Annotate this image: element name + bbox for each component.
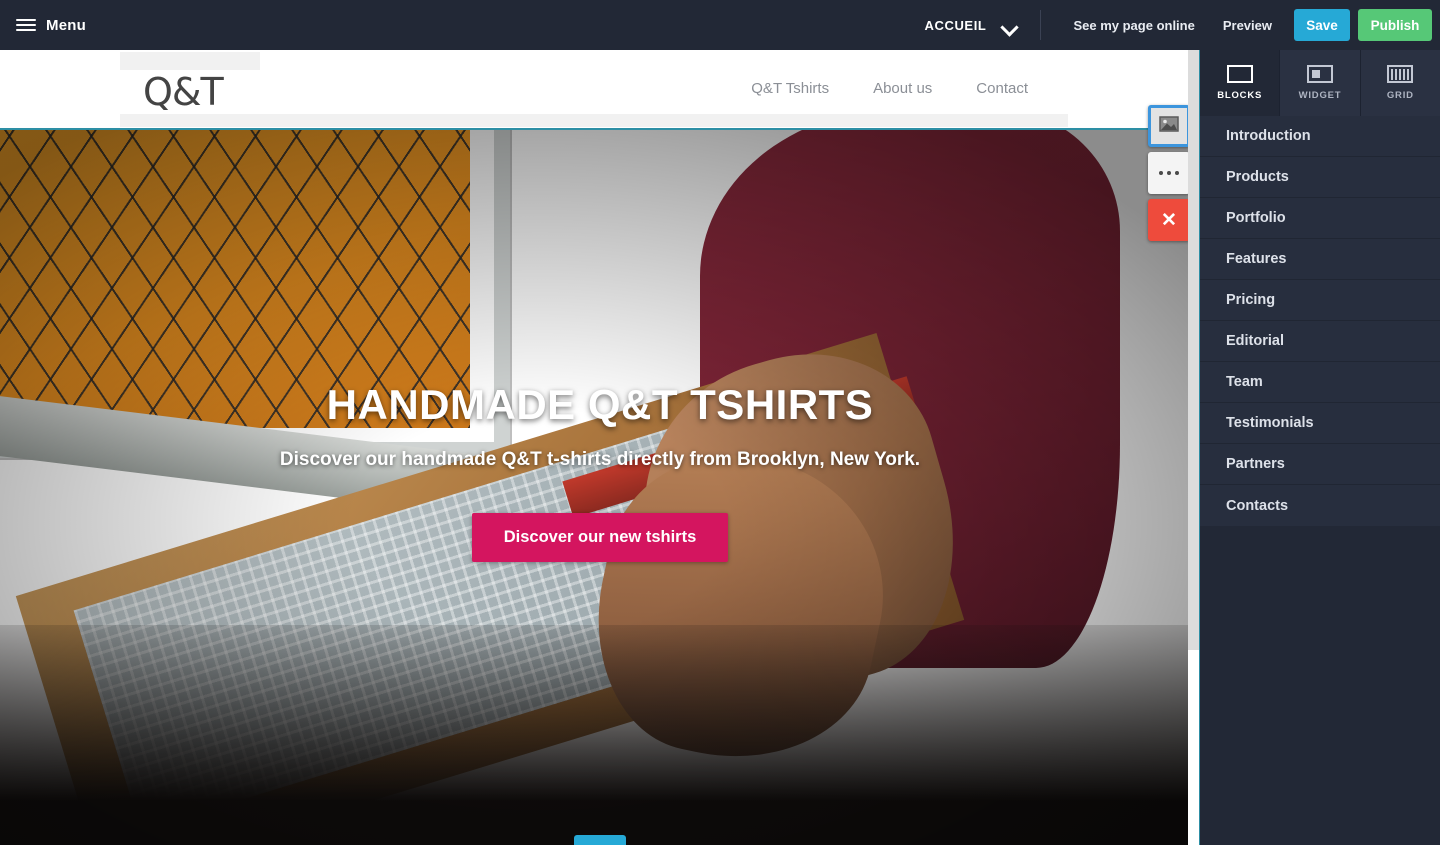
site-header-block[interactable]: Q&T Q&T Tshirts About us Contact xyxy=(0,50,1200,128)
nav-item-tshirts[interactable]: Q&T Tshirts xyxy=(751,80,829,97)
block-category-list: Introduction Products Portfolio Features… xyxy=(1200,116,1440,526)
top-bar-actions: ACCUEIL See my page online Preview Save … xyxy=(924,0,1440,50)
image-icon xyxy=(1159,115,1179,137)
add-block-button[interactable] xyxy=(574,835,626,845)
nav-item-contact[interactable]: Contact xyxy=(976,80,1028,97)
chevron-down-icon xyxy=(1002,21,1018,30)
hamburger-icon xyxy=(16,19,36,31)
hero-cta-button[interactable]: Discover our new tshirts xyxy=(471,513,729,562)
header-top-highlight-band xyxy=(120,52,260,70)
sidebar-item-partners[interactable]: Partners xyxy=(1200,444,1440,485)
preview-button[interactable]: Preview xyxy=(1209,18,1286,33)
sidebar-item-features[interactable]: Features xyxy=(1200,239,1440,280)
page-selector-label: ACCUEIL xyxy=(924,17,987,33)
nav-item-about[interactable]: About us xyxy=(873,80,932,97)
editor-sidebar: BLOCKS WIDGET GRID Introduction Products… xyxy=(1200,50,1440,845)
tab-widget-label: WIDGET xyxy=(1298,90,1342,101)
tab-widget[interactable]: WIDGET xyxy=(1280,50,1361,116)
tab-grid-label: GRID xyxy=(1386,90,1414,101)
hero-content: HANDMADE Q&T TSHIRTS Discover our handma… xyxy=(0,128,1200,845)
page-preview-canvas[interactable]: Q&T Q&T Tshirts About us Contact HANDMAD… xyxy=(0,50,1200,845)
block-selection-outline xyxy=(0,128,1200,130)
change-image-button[interactable] xyxy=(1148,105,1190,147)
tab-blocks[interactable]: BLOCKS xyxy=(1200,50,1281,116)
menu-button[interactable]: Menu xyxy=(16,17,86,34)
close-icon: ✕ xyxy=(1161,209,1177,231)
see-my-page-online-link[interactable]: See my page online xyxy=(1059,18,1208,33)
sidebar-tabs: BLOCKS WIDGET GRID xyxy=(1200,50,1440,116)
sidebar-item-contacts[interactable]: Contacts xyxy=(1200,485,1440,526)
blocks-icon xyxy=(1226,65,1253,83)
delete-block-button[interactable]: ✕ xyxy=(1148,199,1190,241)
toolbar-divider xyxy=(1040,10,1042,40)
block-options-button[interactable] xyxy=(1148,152,1190,194)
sidebar-item-editorial[interactable]: Editorial xyxy=(1200,321,1440,362)
grid-icon xyxy=(1387,65,1414,83)
header-bottom-highlight-band xyxy=(120,114,1068,127)
site-logo[interactable]: Q&T xyxy=(143,70,224,114)
save-button[interactable]: Save xyxy=(1294,9,1350,41)
sidebar-item-introduction[interactable]: Introduction xyxy=(1200,116,1440,157)
menu-button-label: Menu xyxy=(46,16,86,34)
preview-frame-edge xyxy=(1199,50,1200,845)
sidebar-item-testimonials[interactable]: Testimonials xyxy=(1200,403,1440,444)
publish-button[interactable]: Publish xyxy=(1358,9,1432,41)
site-nav: Q&T Tshirts About us Contact xyxy=(751,80,1028,97)
sidebar-item-team[interactable]: Team xyxy=(1200,362,1440,403)
hero-title[interactable]: HANDMADE Q&T TSHIRTS xyxy=(327,381,874,429)
editor-top-bar: Menu ACCUEIL See my page online Preview … xyxy=(0,0,1440,50)
preview-scrollbar-thumb[interactable] xyxy=(1188,50,1199,650)
block-tools: ✕ xyxy=(1148,105,1190,241)
hero-block[interactable]: HANDMADE Q&T TSHIRTS Discover our handma… xyxy=(0,128,1200,845)
hero-subtitle[interactable]: Discover our handmade Q&T t-shirts direc… xyxy=(280,449,920,471)
widget-icon xyxy=(1306,65,1333,83)
tab-blocks-label: BLOCKS xyxy=(1217,90,1263,101)
sidebar-item-portfolio[interactable]: Portfolio xyxy=(1200,198,1440,239)
page-selector[interactable]: ACCUEIL xyxy=(924,18,1036,33)
sidebar-item-products[interactable]: Products xyxy=(1200,157,1440,198)
tab-grid[interactable]: GRID xyxy=(1360,50,1440,116)
sidebar-item-pricing[interactable]: Pricing xyxy=(1200,280,1440,321)
ellipsis-icon xyxy=(1158,170,1180,176)
